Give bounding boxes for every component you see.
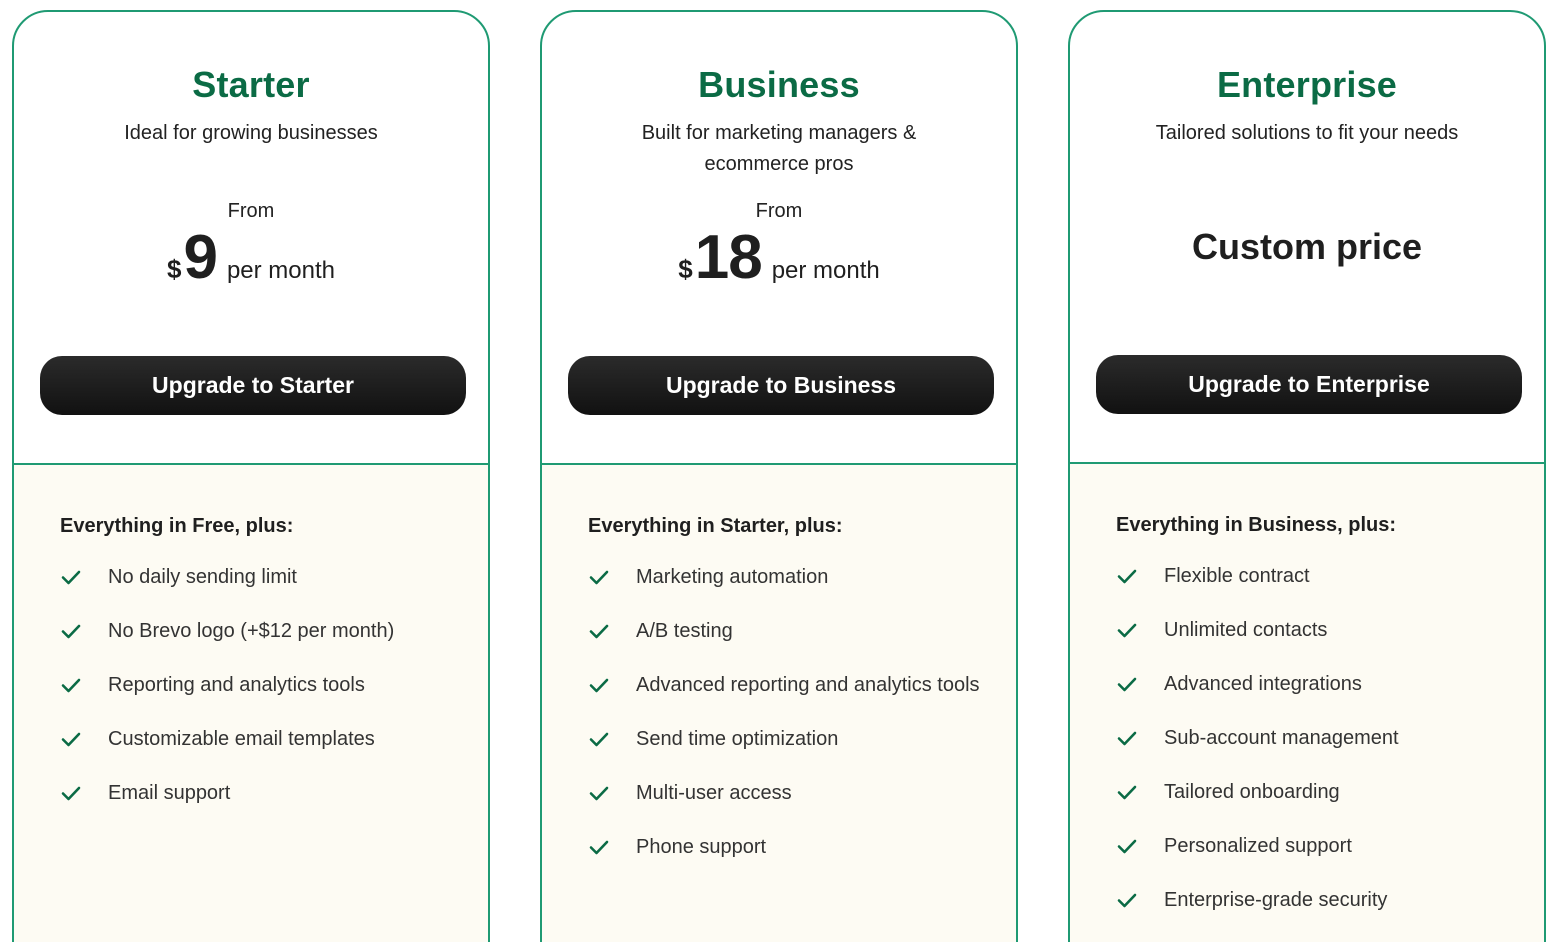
check-icon — [588, 568, 636, 586]
check-icon — [1116, 783, 1164, 801]
feature-item: Customizable email templates — [60, 724, 488, 754]
check-icon — [1116, 837, 1164, 855]
feature-label: Marketing automation — [636, 566, 829, 588]
feature-label: Send time optimization — [636, 728, 839, 750]
feature-label: Advanced integrations — [1164, 673, 1362, 695]
plan-price: $ 9 per month — [14, 226, 488, 290]
feature-list: No daily sending limit No Brevo logo (+$1… — [60, 562, 488, 808]
feature-item: Tailored onboarding — [1116, 777, 1544, 807]
check-icon — [60, 730, 108, 748]
feature-label: Sub-account management — [1164, 727, 1399, 749]
check-icon — [1116, 675, 1164, 693]
feature-label: No Brevo logo (+$12 per month) — [108, 620, 395, 642]
plan-name: Business — [698, 64, 860, 105]
plan-header: Business Built for marketing managers & … — [542, 12, 1016, 465]
feature-item: No daily sending limit — [60, 562, 488, 592]
price-amount: 18 — [694, 223, 763, 292]
upgrade-to-starter-button[interactable]: Upgrade to Starter — [40, 356, 466, 415]
features-heading: Everything in Business, plus: — [1116, 514, 1397, 536]
price-period: per month — [771, 257, 880, 284]
check-icon — [588, 838, 636, 856]
check-icon — [1116, 729, 1164, 747]
feature-item: A/B testing — [588, 616, 1016, 646]
feature-label: Unlimited contacts — [1164, 619, 1328, 641]
feature-item: No Brevo logo (+$12 per month) — [60, 616, 488, 646]
feature-item: Multi-user access — [588, 778, 1016, 808]
plan-header: Starter Ideal for growing businesses Fro… — [14, 12, 488, 465]
upgrade-to-business-button[interactable]: Upgrade to Business — [568, 356, 994, 415]
feature-item: Unlimited contacts — [1116, 615, 1544, 645]
plan-card-enterprise: Enterprise Tailored solutions to fit you… — [1068, 10, 1546, 942]
plan-name: Enterprise — [1216, 64, 1398, 105]
check-icon — [588, 676, 636, 694]
feature-label: Phone support — [636, 836, 767, 858]
feature-list: Marketing automation A/B testing Advanced … — [588, 562, 1016, 862]
feature-label: Multi-user access — [636, 782, 792, 804]
features-heading: Everything in Free, plus: — [60, 515, 294, 537]
custom-price: Custom price — [1191, 226, 1423, 267]
feature-label: Flexible contract — [1164, 565, 1310, 587]
price-currency: $ — [678, 254, 693, 284]
check-icon — [60, 784, 108, 802]
check-icon — [60, 568, 108, 586]
feature-label: Reporting and analytics tools — [108, 674, 365, 696]
pricing-plans: Starter Ideal for growing businesses Fro… — [0, 0, 1558, 942]
feature-item: Reporting and analytics tools — [60, 670, 488, 700]
check-icon — [1116, 621, 1164, 639]
check-icon — [588, 622, 636, 640]
feature-item: Phone support — [588, 832, 1016, 862]
plan-description: Built for marketing managers & ecommerce… — [641, 122, 917, 175]
feature-item: Email support — [60, 778, 488, 808]
feature-label: No daily sending limit — [108, 566, 297, 588]
price-from-label: From — [755, 200, 803, 222]
feature-item: Send time optimization — [588, 724, 1016, 754]
feature-label: Advanced reporting and analytics tools — [636, 674, 980, 696]
check-icon — [1116, 891, 1164, 909]
feature-label: A/B testing — [636, 620, 733, 642]
check-icon — [588, 784, 636, 802]
plan-features: Everything in Free, plus: No daily sendi… — [14, 465, 488, 942]
price-period: per month — [226, 257, 335, 284]
feature-label: Tailored onboarding — [1164, 781, 1340, 803]
plan-price: $ 18 per month — [542, 226, 1016, 290]
feature-item: Advanced reporting and analytics tools — [588, 670, 1016, 700]
price-currency: $ — [166, 254, 182, 284]
price-amount: 9 — [183, 223, 217, 292]
price-from-label: From — [227, 200, 275, 222]
feature-item: Marketing automation — [588, 562, 1016, 592]
plan-description: Ideal for growing businesses — [124, 122, 378, 144]
check-icon — [588, 730, 636, 748]
feature-item: Flexible contract — [1116, 561, 1544, 591]
plan-features: Everything in Business, plus: Flexible c… — [1070, 464, 1544, 942]
plan-name: Starter — [192, 64, 310, 105]
feature-label: Customizable email templates — [108, 728, 375, 750]
upgrade-to-enterprise-button[interactable]: Upgrade to Enterprise — [1096, 355, 1522, 414]
check-icon — [60, 622, 108, 640]
features-heading: Everything in Starter, plus: — [588, 515, 843, 537]
check-icon — [60, 676, 108, 694]
plan-card-business: Business Built for marketing managers & … — [540, 10, 1018, 942]
feature-item: Personalized support — [1116, 831, 1544, 861]
feature-item: Enterprise-grade security — [1116, 885, 1544, 915]
feature-list: Flexible contract Unlimited contacts Advan… — [1116, 561, 1544, 915]
plan-description: Tailored solutions to fit your needs — [1155, 122, 1459, 144]
feature-label: Email support — [108, 782, 231, 804]
plan-card-starter: Starter Ideal for growing businesses Fro… — [12, 10, 490, 942]
feature-label: Personalized support — [1164, 835, 1352, 857]
plan-features: Everything in Starter, plus: Marketing a… — [542, 465, 1016, 942]
feature-item: Sub-account management — [1116, 723, 1544, 753]
plan-header: Enterprise Tailored solutions to fit you… — [1070, 12, 1544, 464]
check-icon — [1116, 567, 1164, 585]
feature-item: Advanced integrations — [1116, 669, 1544, 699]
feature-label: Enterprise-grade security — [1164, 889, 1388, 911]
